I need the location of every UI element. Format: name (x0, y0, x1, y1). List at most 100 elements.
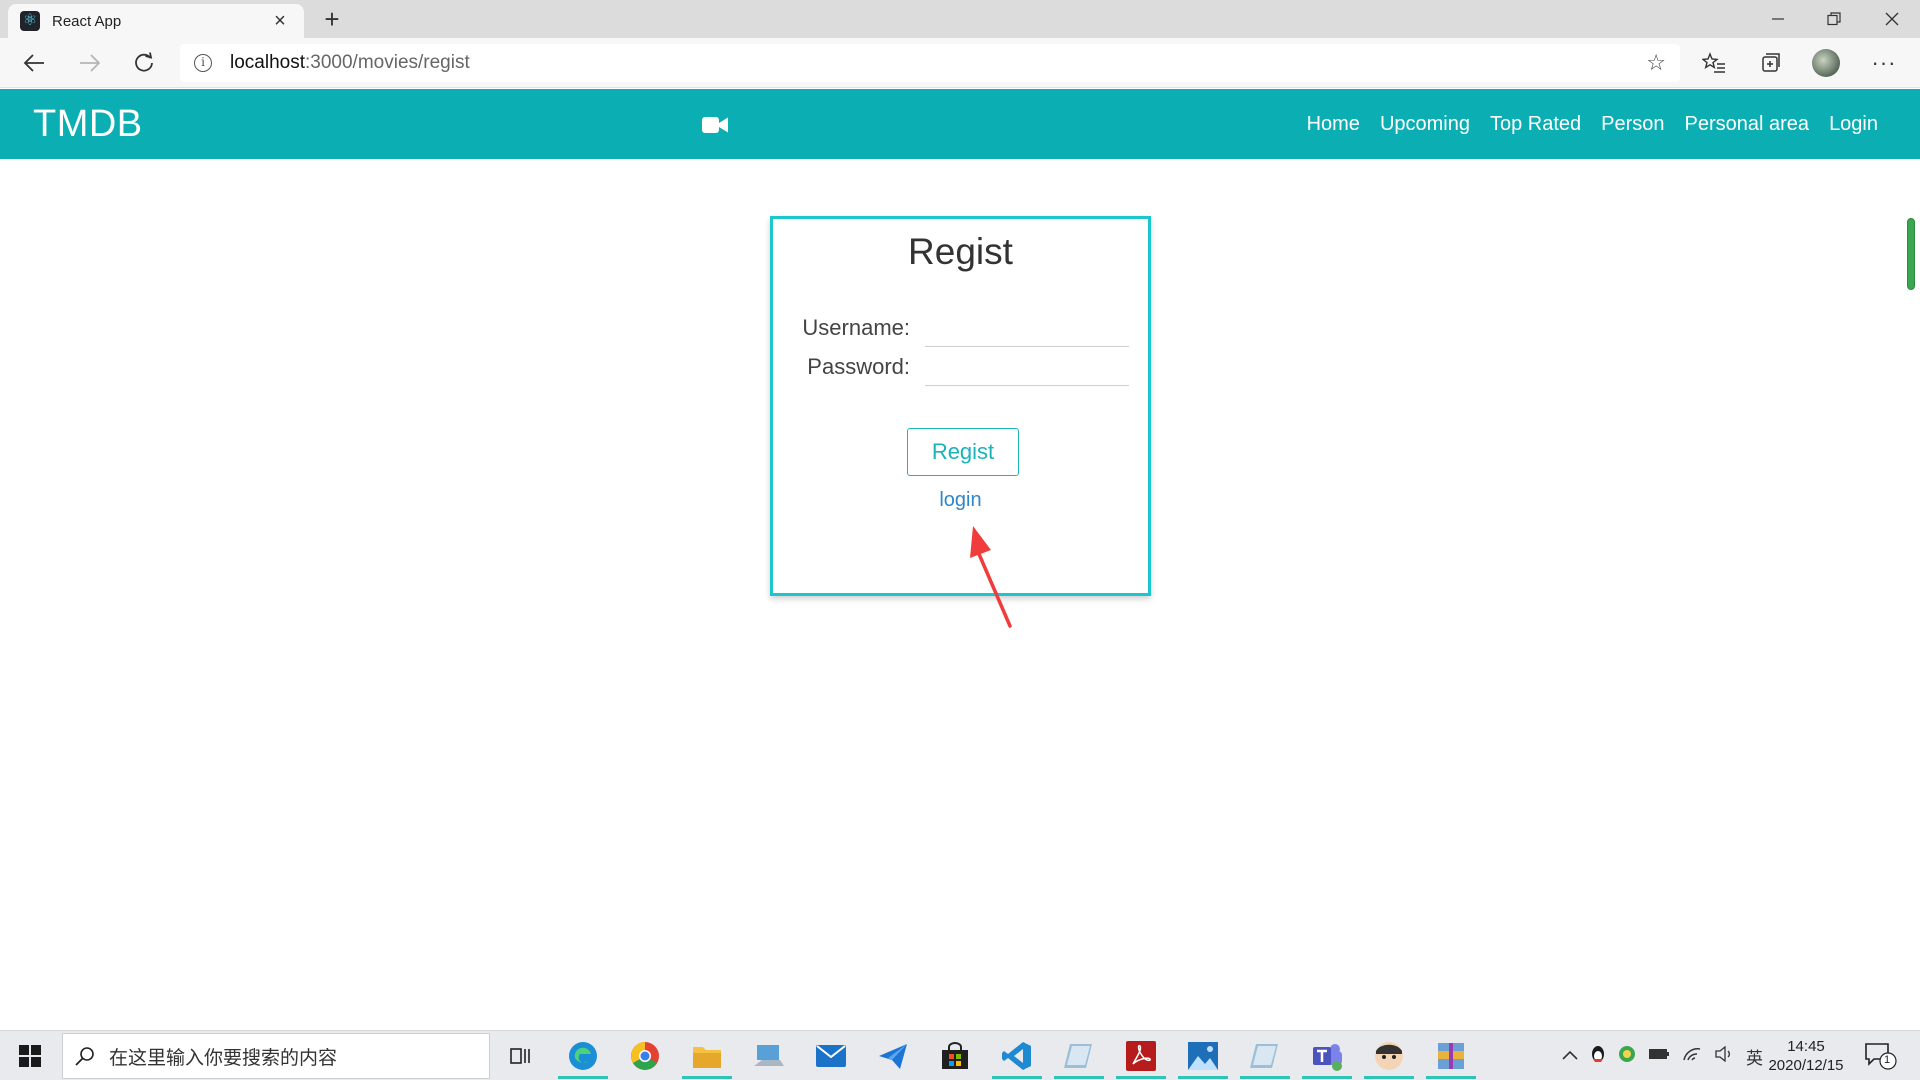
url-path: :3000/movies/regist (305, 52, 470, 73)
nav-login[interactable]: Login (1829, 113, 1878, 136)
more-options-button[interactable]: ··· (1866, 46, 1902, 80)
username-row: Username: (773, 311, 1148, 347)
clock-time: 14:45 (1787, 1038, 1825, 1055)
taskbar-winrar[interactable] (1422, 1033, 1480, 1079)
minimize-icon (1772, 18, 1784, 20)
taskbar-feishu[interactable] (864, 1033, 922, 1079)
notification-count: 1 (1884, 1054, 1891, 1066)
username-input[interactable] (925, 311, 1129, 347)
app-navbar: TMDB Home Upcoming Top Rated Person Pers… (0, 89, 1920, 159)
vscode-icon (1002, 1042, 1031, 1070)
address-bar[interactable]: i localhost:3000/movies/regist ☆ (180, 44, 1680, 82)
taskbar-acrobat[interactable] (1112, 1033, 1170, 1079)
system-clock[interactable]: 14:45 2020/12/15 (1758, 1037, 1854, 1075)
taskbar-teams[interactable] (1298, 1033, 1356, 1079)
edge-browser-icon (569, 1042, 597, 1070)
username-label: Username: (802, 315, 910, 340)
search-placeholder: 在这里输入你要搜索的内容 (109, 1046, 338, 1069)
taskbar-notepad[interactable] (1050, 1033, 1108, 1079)
monitor-icon (754, 1045, 784, 1066)
regist-button[interactable]: Regist (907, 428, 1019, 476)
profile-avatar (1812, 49, 1840, 77)
arrow-right-icon (80, 54, 101, 72)
pdf-icon (1126, 1041, 1156, 1071)
notebook-icon (1250, 1044, 1278, 1068)
window-minimize-button[interactable] (1750, 0, 1806, 38)
taskbar-mail[interactable] (802, 1033, 860, 1079)
taskbar-store[interactable] (926, 1033, 984, 1079)
arrow-left-icon (23, 54, 44, 72)
volume-icon[interactable] (1714, 1045, 1734, 1067)
ellipsis-icon: ··· (1871, 50, 1897, 75)
window-restore-button[interactable] (1806, 0, 1862, 38)
collections-icon (1762, 53, 1780, 72)
wifi-icon[interactable] (1682, 1046, 1702, 1067)
favorite-star-icon[interactable]: ☆ (1646, 50, 1666, 76)
chrome-browser-icon (631, 1042, 659, 1070)
annotation-arrow-icon (970, 526, 1012, 628)
task-view-button[interactable] (492, 1033, 550, 1079)
back-button[interactable] (16, 46, 52, 80)
restore-icon (1827, 12, 1841, 26)
password-input[interactable] (925, 350, 1129, 386)
mail-icon (816, 1045, 846, 1067)
taskbar-edge[interactable] (554, 1033, 612, 1079)
close-icon (1885, 12, 1899, 26)
windows-logo-icon (19, 1045, 41, 1067)
taskbar-file-explorer[interactable] (678, 1033, 736, 1079)
site-info-icon[interactable]: i (194, 54, 212, 72)
notification-icon (1865, 1043, 1897, 1070)
taskbar-app-avatar[interactable] (1360, 1033, 1418, 1079)
battery-icon[interactable] (1648, 1047, 1670, 1065)
photos-icon (1188, 1042, 1218, 1070)
chevron-up-icon[interactable] (1562, 1047, 1578, 1065)
action-center-button[interactable]: 1 (1864, 1041, 1904, 1071)
taskbar-search-box[interactable]: 在这里输入你要搜索的内容 (62, 1033, 490, 1079)
password-label: Password: (807, 354, 910, 379)
cartoon-avatar-icon (1375, 1042, 1403, 1070)
nav-personal-area[interactable]: Personal area (1685, 113, 1810, 136)
nav-home[interactable]: Home (1307, 113, 1360, 136)
task-view-icon (510, 1048, 530, 1064)
archive-icon (1438, 1043, 1464, 1069)
search-icon (75, 1047, 94, 1066)
notebook-icon (1064, 1044, 1092, 1068)
password-row: Password: (773, 350, 1148, 386)
reload-button[interactable] (126, 46, 162, 80)
teams-icon (1313, 1044, 1342, 1071)
browser-toolbar: i localhost:3000/movies/regist ☆ ··· (0, 38, 1920, 88)
favorites-list-icon (1702, 52, 1725, 73)
browser-tab[interactable]: ⚛ React App × (8, 4, 304, 38)
react-favicon-icon: ⚛ (20, 11, 40, 31)
taskbar-photos[interactable] (1174, 1033, 1232, 1079)
page-scrollbar-thumb[interactable] (1907, 218, 1915, 290)
new-tab-button[interactable]: + (316, 4, 348, 36)
nav-upcoming[interactable]: Upcoming (1380, 113, 1470, 136)
nav-top-rated[interactable]: Top Rated (1490, 113, 1581, 136)
paper-plane-icon (879, 1044, 907, 1069)
profile-button[interactable] (1808, 46, 1844, 80)
video-camera-icon (702, 117, 728, 133)
clock-date: 2020/12/15 (1768, 1057, 1844, 1074)
taskbar-chrome[interactable] (616, 1033, 674, 1079)
folder-icon (693, 1047, 721, 1068)
window-close-button[interactable] (1864, 0, 1920, 38)
taskbar-vscode[interactable] (988, 1033, 1046, 1079)
qq-penguin-icon[interactable] (1590, 1045, 1606, 1068)
system-tray: 英 (1556, 1031, 1769, 1080)
nav-links: Home Upcoming Top Rated Person Personal … (1287, 89, 1878, 159)
taskbar-notepad-2[interactable] (1236, 1033, 1294, 1079)
tab-title: React App (52, 12, 122, 30)
tab-close-icon[interactable]: × (268, 10, 292, 33)
brand-logo[interactable]: TMDB (33, 103, 143, 146)
collections-button[interactable] (1752, 46, 1788, 80)
start-button[interactable] (10, 1039, 50, 1073)
taskbar-remote-desktop[interactable] (740, 1033, 798, 1079)
green-tray-app-icon[interactable] (1618, 1045, 1636, 1068)
nav-person[interactable]: Person (1601, 113, 1664, 136)
login-link[interactable]: login (773, 489, 1148, 512)
favorites-button[interactable] (1696, 46, 1732, 80)
forward-button[interactable] (72, 46, 108, 80)
form-title: Regist (908, 231, 1013, 272)
browser-tab-strip: ⚛ React App × + (0, 0, 1920, 38)
